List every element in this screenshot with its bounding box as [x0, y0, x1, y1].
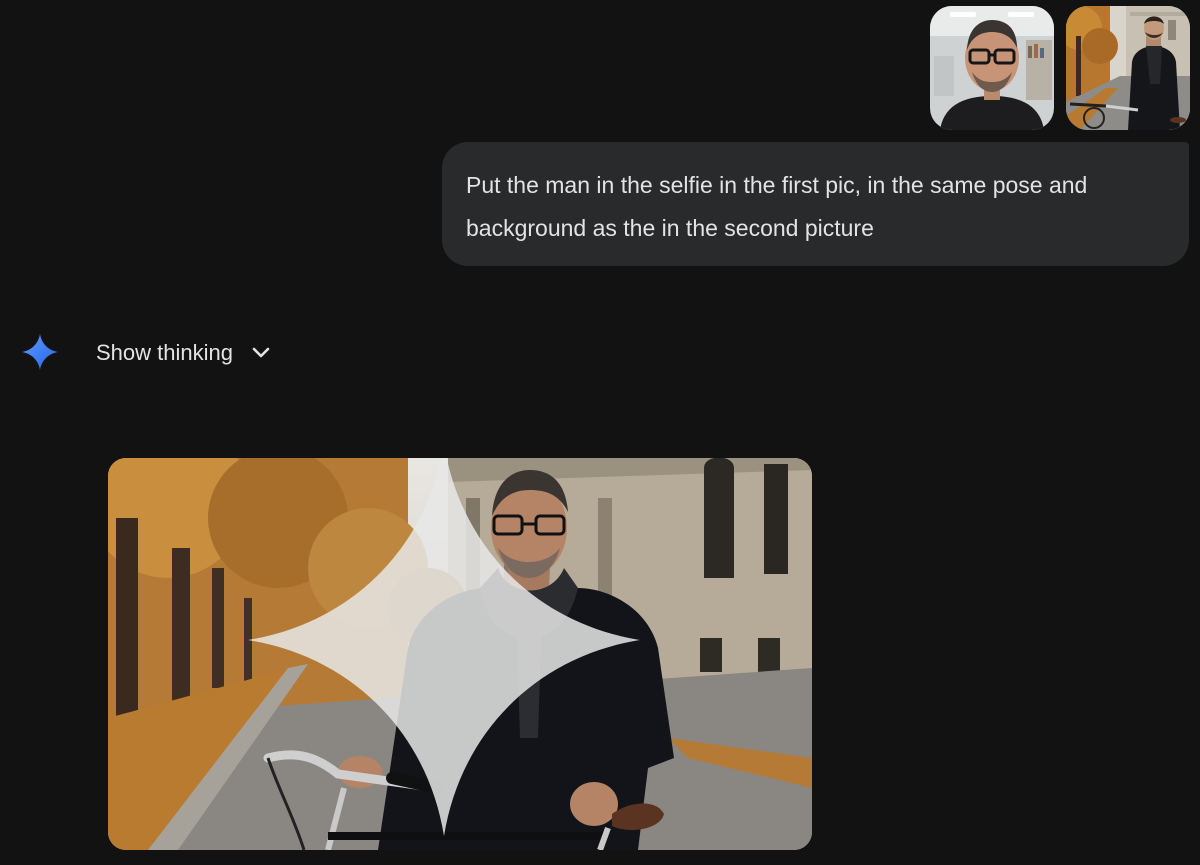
show-thinking-label: Show thinking: [96, 340, 233, 365]
show-thinking-toggle[interactable]: Show thinking: [96, 337, 271, 369]
reference-image: [1066, 6, 1190, 130]
user-message-text: Put the man in the selfie in the first p…: [466, 172, 1088, 241]
attachment-reference-thumbnail[interactable]: [1066, 6, 1190, 130]
generated-image[interactable]: [108, 458, 812, 850]
sparkle-watermark-icon: [248, 458, 640, 836]
chevron-down-icon: [252, 347, 270, 358]
gemini-sparkle-icon: [22, 334, 58, 370]
selfie-image: [930, 6, 1054, 130]
user-message-bubble: Put the man in the selfie in the first p…: [442, 142, 1189, 266]
attachment-selfie-thumbnail[interactable]: [930, 6, 1054, 130]
